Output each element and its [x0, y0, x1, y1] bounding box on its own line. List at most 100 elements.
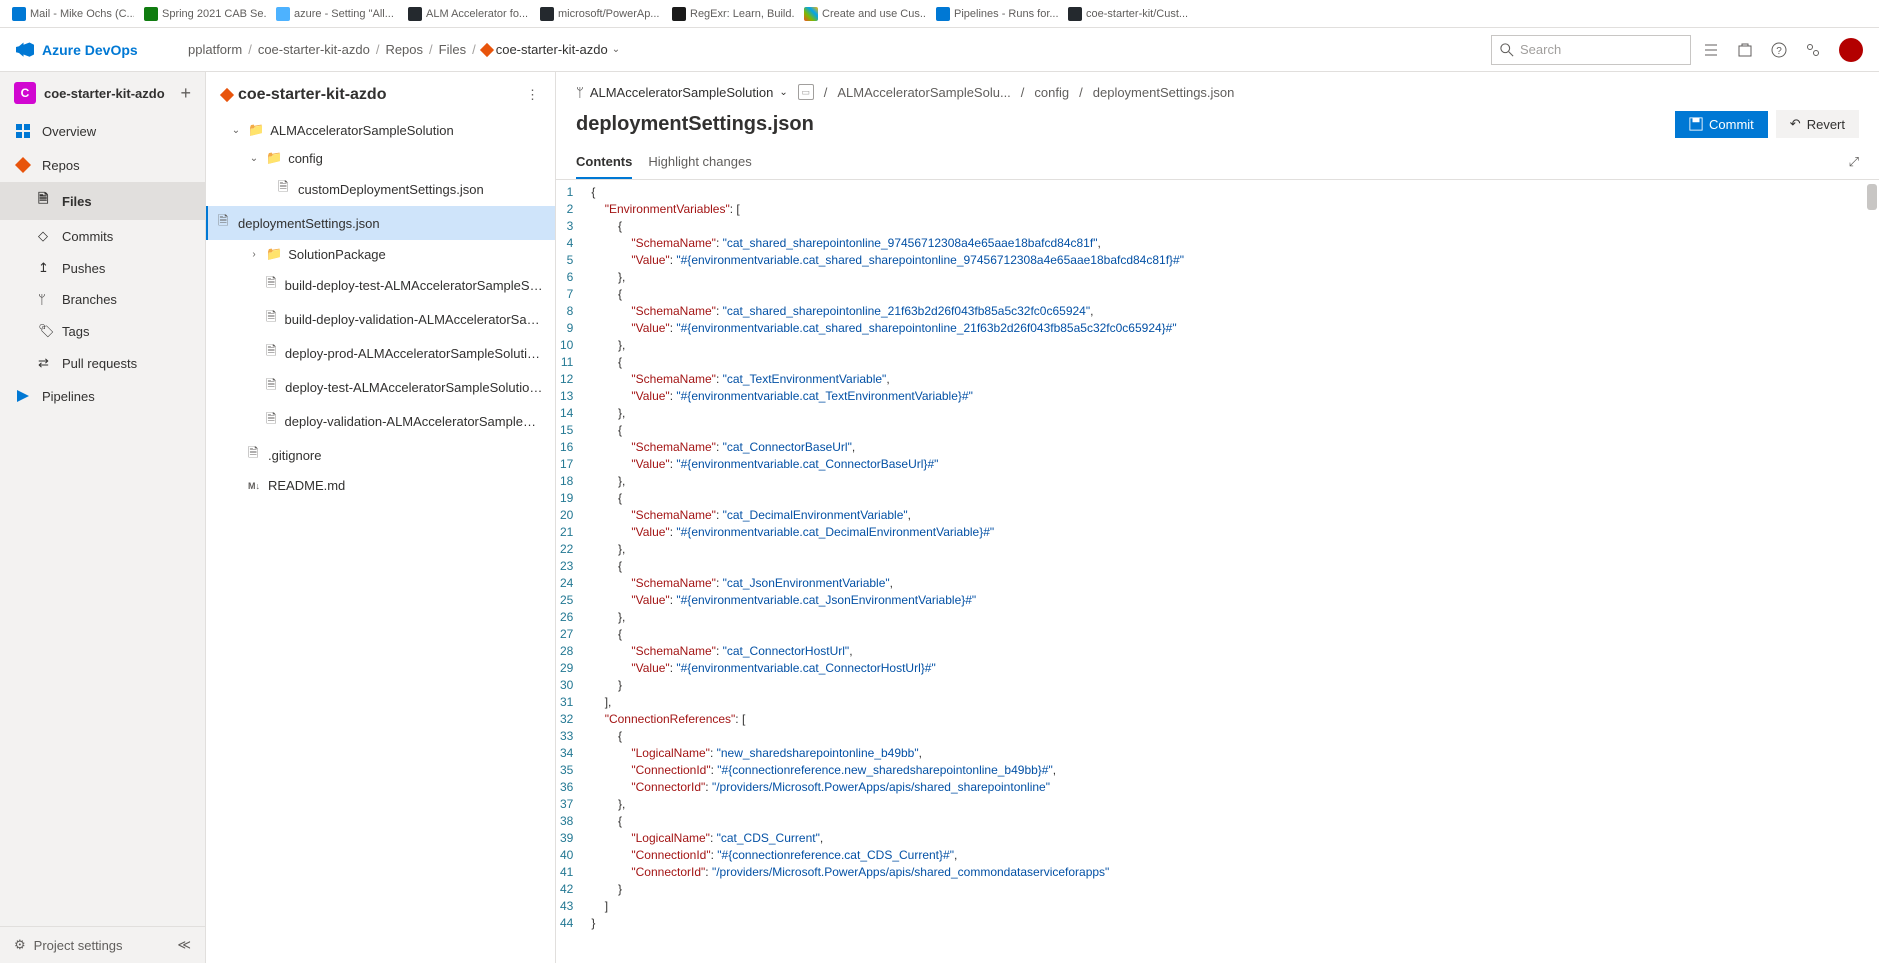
- breadcrumb-repo[interactable]: coe-starter-kit-azdo ⌄: [482, 42, 620, 57]
- tab-contents[interactable]: Contents: [576, 146, 632, 179]
- file-icon: 🗎: [266, 376, 279, 398]
- path-segment[interactable]: deploymentSettings.json: [1093, 85, 1235, 100]
- pushes-icon: ↥: [38, 260, 52, 276]
- browser-tab[interactable]: ALM Accelerator fo...: [400, 1, 530, 27]
- user-avatar[interactable]: [1839, 38, 1863, 62]
- browser-tab[interactable]: azure - Setting "All...: [268, 1, 398, 27]
- tree-file[interactable]: 🗎deploy-validation-ALMAcceleratorSampleS…: [206, 404, 555, 438]
- tree-file[interactable]: 🗎.gitignore: [206, 438, 555, 472]
- nav-files[interactable]: 🗎Files: [0, 182, 205, 220]
- nav-commits[interactable]: ◇Commits: [0, 220, 205, 252]
- file-icon: 🗎: [266, 410, 279, 432]
- scrollbar-thumb[interactable]: [1867, 184, 1877, 210]
- tab-highlight-changes[interactable]: Highlight changes: [648, 146, 751, 179]
- app-header: Azure DevOps pplatform/ coe-starter-kit-…: [0, 28, 1879, 72]
- nav-repos[interactable]: Repos: [0, 148, 205, 182]
- breadcrumb-item[interactable]: pplatform: [188, 42, 242, 57]
- chevron-down-icon: ⌄: [248, 153, 260, 164]
- azure-devops-icon: [16, 41, 34, 59]
- tree-folder[interactable]: ⌄📁config: [206, 144, 555, 172]
- path-segment[interactable]: ALMAcceleratorSampleSolu...: [837, 85, 1010, 100]
- save-icon: [1689, 117, 1703, 131]
- content-pane: ᛘ ALMAcceleratorSampleSolution ⌄ ▭ / ALM…: [556, 72, 1879, 963]
- root-folder-icon[interactable]: ▭: [798, 84, 814, 100]
- collapse-icon[interactable]: ≪: [177, 937, 191, 953]
- folder-icon: 📁: [266, 150, 282, 166]
- overview-icon: [14, 122, 32, 140]
- file-path-bar: ᛘ ALMAcceleratorSampleSolution ⌄ ▭ / ALM…: [556, 72, 1879, 104]
- tree-file[interactable]: M↓README.md: [206, 472, 555, 499]
- nav-label: Overview: [42, 124, 96, 139]
- browser-tab[interactable]: microsoft/PowerAp...: [532, 1, 662, 27]
- search-icon: [1500, 43, 1514, 57]
- help-icon[interactable]: ?: [1771, 42, 1787, 58]
- nav-pushes[interactable]: ↥Pushes: [0, 252, 205, 284]
- page-title: deploymentSettings.json: [576, 113, 814, 136]
- browser-tab[interactable]: Create and use Cus...: [796, 1, 926, 27]
- nav-branches[interactable]: ᛘBranches: [0, 284, 205, 315]
- chevron-right-icon: ›: [248, 249, 260, 260]
- brand-label: Azure DevOps: [42, 42, 138, 58]
- tree-file[interactable]: 🗎build-deploy-test-ALMAcceleratorSampleS…: [206, 268, 555, 302]
- code-editor[interactable]: 1234567891011121314151617181920212223242…: [556, 180, 1879, 963]
- branch-icon: ᛘ: [576, 85, 584, 100]
- file-icon: 🗎: [278, 178, 292, 200]
- pipelines-icon: [14, 387, 32, 405]
- pr-icon: ⇄: [38, 355, 52, 371]
- more-menu-icon[interactable]: ⋮: [526, 87, 539, 103]
- repo-selector[interactable]: coe-starter-kit-azdo: [222, 86, 386, 104]
- browser-tab[interactable]: coe-starter-kit/Cust...: [1060, 1, 1190, 27]
- breadcrumb-item[interactable]: coe-starter-kit-azdo: [258, 42, 370, 57]
- azure-devops-brand[interactable]: Azure DevOps: [16, 41, 176, 59]
- project-selector[interactable]: Ccoe-starter-kit-azdo +: [0, 72, 205, 114]
- add-icon[interactable]: +: [180, 83, 191, 104]
- left-nav: Ccoe-starter-kit-azdo + Overview Repos 🗎…: [0, 72, 206, 963]
- fullscreen-icon[interactable]: ⤢: [1849, 146, 1859, 179]
- nav-pipelines[interactable]: Pipelines: [0, 379, 205, 413]
- tree-file[interactable]: 🗎build-deploy-validation-ALMAcceleratorS…: [206, 302, 555, 336]
- marketplace-icon[interactable]: [1737, 42, 1753, 58]
- list-icon[interactable]: [1703, 42, 1719, 58]
- nav-overview[interactable]: Overview: [0, 114, 205, 148]
- file-icon: 🗎: [266, 274, 279, 296]
- revert-icon: ↶: [1790, 116, 1801, 132]
- chevron-down-icon: ⌄: [230, 125, 242, 136]
- line-number-gutter: 1234567891011121314151617181920212223242…: [556, 180, 583, 963]
- content-tabs: Contents Highlight changes ⤢: [556, 142, 1879, 180]
- search-placeholder: Search: [1520, 42, 1561, 57]
- nav-tags[interactable]: 🏷Tags: [0, 315, 205, 347]
- nav-project-settings[interactable]: ⚙ Project settings ≪: [0, 926, 205, 963]
- tree-file[interactable]: 🗎customDeploymentSettings.json: [206, 172, 555, 206]
- breadcrumb-item[interactable]: Repos: [385, 42, 423, 57]
- folder-icon: 📁: [248, 122, 264, 138]
- browser-tab[interactable]: RegExr: Learn, Build...: [664, 1, 794, 27]
- browser-tab[interactable]: Mail - Mike Ochs (C...: [4, 1, 134, 27]
- project-avatar: C: [14, 82, 36, 104]
- path-segment[interactable]: config: [1034, 85, 1069, 100]
- tree-file-selected[interactable]: 🗎deploymentSettings.json: [206, 206, 555, 240]
- search-input[interactable]: Search: [1491, 35, 1691, 65]
- tree-folder[interactable]: ›📁SolutionPackage: [206, 240, 555, 268]
- nav-pull-requests[interactable]: ⇄Pull requests: [0, 347, 205, 379]
- chevron-down-icon: ⌄: [612, 44, 620, 55]
- commit-button[interactable]: Commit: [1675, 111, 1768, 138]
- tree-folder[interactable]: ⌄📁ALMAcceleratorSampleSolution: [206, 116, 555, 144]
- browser-tab[interactable]: Spring 2021 CAB Se...: [136, 1, 266, 27]
- settings-icon[interactable]: [1805, 42, 1821, 58]
- breadcrumb-item[interactable]: Files: [439, 42, 466, 57]
- browser-tab-strip: Mail - Mike Ochs (C... Spring 2021 CAB S…: [0, 0, 1879, 28]
- git-repo-icon: [480, 42, 494, 56]
- file-icon: 🗎: [218, 212, 232, 234]
- tree-file[interactable]: 🗎deploy-test-ALMAcceleratorSampleSolutio…: [206, 370, 555, 404]
- project-name: coe-starter-kit-azdo: [44, 86, 165, 101]
- tree-file[interactable]: 🗎deploy-prod-ALMAcceleratorSampleSolutio…: [206, 336, 555, 370]
- commit-icon: ◇: [38, 228, 52, 244]
- file-icon: 🗎: [266, 342, 279, 364]
- svg-text:?: ?: [1776, 46, 1782, 57]
- branch-selector[interactable]: ᛘ ALMAcceleratorSampleSolution ⌄: [576, 85, 788, 100]
- gear-icon: ⚙: [14, 937, 26, 953]
- revert-button[interactable]: ↶ Revert: [1776, 110, 1859, 138]
- code-content[interactable]: { "EnvironmentVariables": [ { "SchemaNam…: [583, 180, 1192, 963]
- file-icon: 🗎: [248, 444, 262, 466]
- browser-tab[interactable]: Pipelines - Runs for...: [928, 1, 1058, 27]
